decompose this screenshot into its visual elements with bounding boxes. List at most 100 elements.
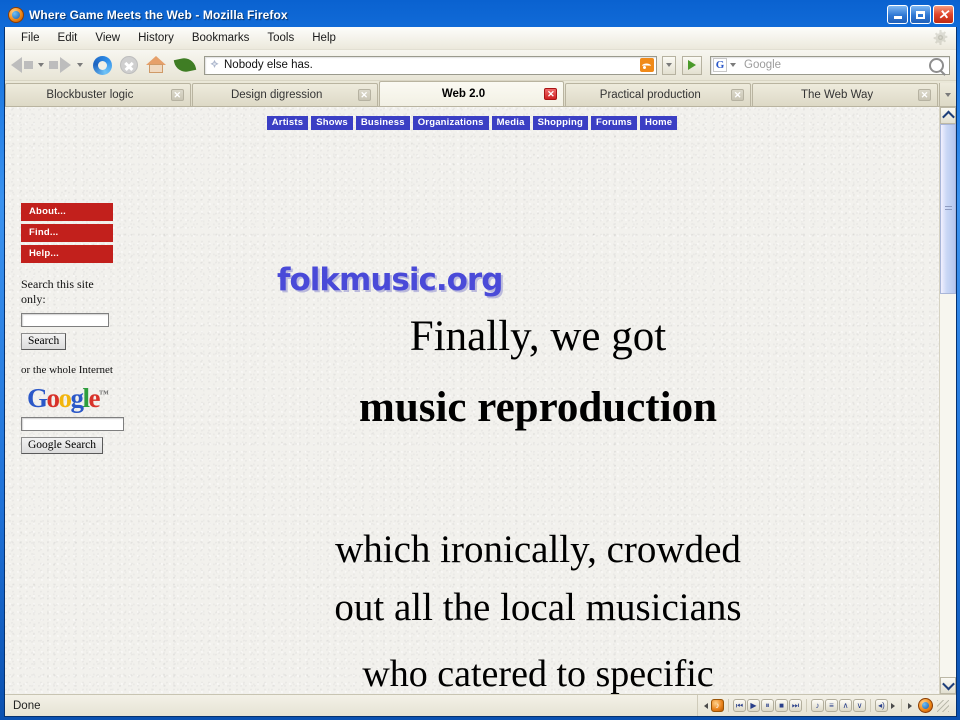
browser-viewport: Artists Shows Business Organizations Med… xyxy=(5,107,956,694)
site-search-input[interactable] xyxy=(21,313,109,327)
google-logo-e: e xyxy=(88,383,101,413)
reload-icon[interactable] xyxy=(93,55,112,75)
forward-history-chevron-down-icon[interactable] xyxy=(77,63,83,67)
google-search-button[interactable]: Google Search xyxy=(21,437,104,454)
site-search-button[interactable]: Search xyxy=(21,333,67,350)
scrollbar-grip xyxy=(944,206,952,212)
tray-collapse-icon[interactable] xyxy=(704,702,708,709)
tab-label: Design digression xyxy=(230,89,323,101)
gear-icon[interactable] xyxy=(933,30,948,45)
firefox-window: Where Game Meets the Web - Mozilla Firef… xyxy=(0,0,960,720)
sidebar-item-find[interactable]: Find... xyxy=(21,224,113,242)
media-up-button[interactable]: ∧ xyxy=(839,699,852,712)
slide-line-3: which ironically, crowded xyxy=(335,528,741,571)
tray-separator xyxy=(870,699,871,712)
firefox-tray-icon[interactable] xyxy=(918,698,933,713)
google-search-input[interactable] xyxy=(21,417,124,431)
scrollbar-track[interactable] xyxy=(940,124,956,677)
media-toolbar: ♪ ⏮ ▶ ⏸ ■ ⏭ ♪ ≡ ∧ ∨ ◂) xyxy=(698,695,956,716)
menu-bookmarks[interactable]: Bookmarks xyxy=(184,30,258,46)
sidebar-item-help[interactable]: Help... xyxy=(21,245,113,263)
slide-line-4: out all the local musicians xyxy=(334,586,742,629)
maximize-button[interactable] xyxy=(910,5,931,24)
site-nav-shopping[interactable]: Shopping xyxy=(532,116,588,130)
rss-feed-icon[interactable] xyxy=(640,58,654,72)
sidebar-item-about[interactable]: About... xyxy=(21,203,113,221)
site-nav-forums[interactable]: Forums xyxy=(591,116,638,130)
vertical-scrollbar[interactable] xyxy=(939,107,956,694)
forward-arrow-stem xyxy=(49,61,58,69)
tab-close-icon[interactable]: ✕ xyxy=(917,89,931,101)
search-engine-chevron-down-icon[interactable] xyxy=(730,63,736,67)
menu-view[interactable]: View xyxy=(87,30,128,46)
back-history-chevron-down-icon[interactable] xyxy=(38,63,44,67)
tab-close-icon[interactable]: ✕ xyxy=(170,89,184,101)
search-icon[interactable] xyxy=(929,57,944,73)
tab-label: Web 2.0 xyxy=(441,88,486,100)
tray-expand-icon[interactable] xyxy=(891,702,895,709)
url-dropdown-button[interactable] xyxy=(662,55,676,75)
media-pause-button[interactable]: ⏸ xyxy=(761,699,774,712)
menu-file[interactable]: File xyxy=(13,30,48,46)
tab-label: Practical production xyxy=(599,89,701,101)
scroll-up-button[interactable] xyxy=(940,107,956,124)
scroll-down-button[interactable] xyxy=(940,677,956,694)
tray-overflow-icon[interactable] xyxy=(908,702,912,709)
window-title: Where Game Meets the Web - Mozilla Firef… xyxy=(29,8,288,22)
site-nav-shows[interactable]: Shows xyxy=(311,116,353,130)
leaf-icon[interactable] xyxy=(173,56,197,74)
site-nav-artists[interactable]: Artists xyxy=(266,116,309,130)
status-bar: Done ♪ ⏮ ▶ ⏸ ■ ⏭ ♪ ≡ ∧ ∨ ◂) xyxy=(5,694,956,716)
close-button[interactable]: ✕ xyxy=(933,5,954,24)
media-list-button[interactable]: ≡ xyxy=(825,699,838,712)
minimize-icon xyxy=(893,16,902,19)
close-icon: ✕ xyxy=(938,6,949,22)
media-playlist-note-button[interactable]: ♪ xyxy=(811,699,824,712)
sidebar: About... Find... Help... Search this sit… xyxy=(21,203,124,454)
maximize-icon xyxy=(916,10,925,19)
tab-design-digression[interactable]: Design digression ✕ xyxy=(191,83,378,106)
search-input[interactable]: Google xyxy=(744,59,929,71)
tab-practical-production[interactable]: Practical production ✕ xyxy=(565,83,752,106)
tab-bar: Blockbuster logic ✕ Design digression ✕ … xyxy=(5,81,956,107)
internet-search-label: or the whole Internet xyxy=(21,364,113,376)
back-button[interactable] xyxy=(11,57,33,73)
site-nav-business[interactable]: Business xyxy=(355,116,410,130)
tab-close-icon[interactable]: ✕ xyxy=(544,88,558,100)
media-previous-button[interactable]: ⏮ xyxy=(733,699,746,712)
home-icon[interactable] xyxy=(146,56,166,74)
page-favicon-icon xyxy=(210,59,219,68)
menu-edit[interactable]: Edit xyxy=(50,30,86,46)
media-next-button[interactable]: ⏭ xyxy=(789,699,802,712)
menu-tools[interactable]: Tools xyxy=(259,30,302,46)
media-note-button[interactable]: ♪ xyxy=(711,699,724,712)
menu-history[interactable]: History xyxy=(130,30,182,46)
media-volume-button[interactable]: ◂) xyxy=(875,699,888,712)
menu-help[interactable]: Help xyxy=(304,30,344,46)
resize-grip[interactable] xyxy=(937,699,949,712)
media-down-button[interactable]: ∨ xyxy=(853,699,866,712)
search-bar[interactable]: G Google xyxy=(710,55,950,75)
media-play-button[interactable]: ▶ xyxy=(747,699,760,712)
minimize-button[interactable] xyxy=(887,5,908,24)
tab-the-web-way[interactable]: The Web Way ✕ xyxy=(752,83,938,106)
tab-blockbuster-logic[interactable]: Blockbuster logic ✕ xyxy=(5,83,191,106)
google-engine-icon[interactable]: G xyxy=(713,58,727,72)
tab-list-button[interactable] xyxy=(938,83,956,106)
site-logo[interactable]: folkmusic.org xyxy=(277,262,503,298)
google-logo-g1: G xyxy=(27,383,48,413)
site-nav-media[interactable]: Media xyxy=(491,116,530,130)
media-stop-button[interactable]: ■ xyxy=(775,699,788,712)
url-bar[interactable]: Nobody else has. xyxy=(204,55,657,75)
stop-icon[interactable] xyxy=(120,56,138,74)
site-nav-home[interactable]: Home xyxy=(640,116,678,130)
site-nav-organizations[interactable]: Organizations xyxy=(412,116,489,130)
tab-close-icon[interactable]: ✕ xyxy=(731,89,745,101)
google-logo-g2: g xyxy=(70,383,85,413)
tab-web-2-0[interactable]: Web 2.0 ✕ xyxy=(378,81,565,106)
scrollbar-thumb[interactable] xyxy=(940,124,956,294)
go-button[interactable] xyxy=(682,55,702,75)
firefox-logo-icon xyxy=(8,7,24,23)
forward-button[interactable] xyxy=(49,57,71,73)
tab-close-icon[interactable]: ✕ xyxy=(357,89,371,101)
